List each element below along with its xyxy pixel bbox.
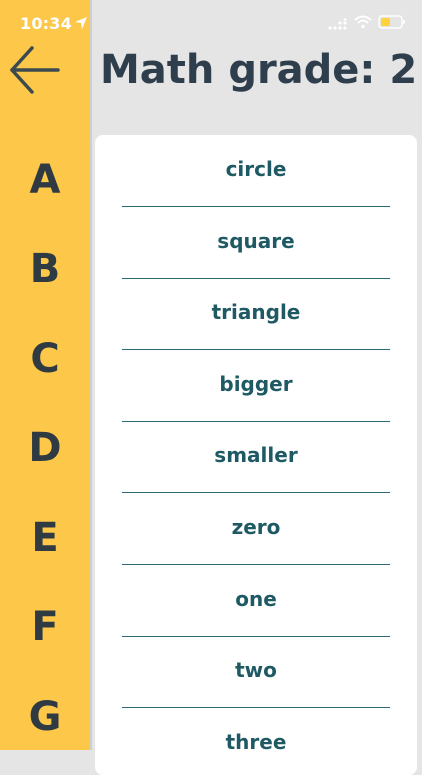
status-time: 10:34 <box>20 14 72 33</box>
word-label: triangle <box>211 300 301 325</box>
word-label: one <box>235 586 277 611</box>
battery-icon <box>378 15 405 29</box>
word-list-item[interactable]: triangle <box>122 278 390 351</box>
word-list-item[interactable]: two <box>122 636 390 709</box>
word-list-item[interactable]: zero <box>122 493 390 565</box>
letter-c[interactable]: C <box>0 319 90 399</box>
word-list-item[interactable]: bigger <box>122 350 390 422</box>
word-list-item[interactable]: smaller <box>122 421 390 494</box>
letter-a[interactable]: A <box>0 140 90 220</box>
word-label: smaller <box>214 443 298 468</box>
word-list-item[interactable]: one <box>122 565 390 637</box>
word-label: three <box>225 729 287 754</box>
word-label: circle <box>225 157 287 181</box>
word-label: square <box>217 228 295 253</box>
word-list-item[interactable]: circle <box>122 135 390 207</box>
back-arrow-icon <box>10 46 60 94</box>
page-title: Math grade: 2 <box>100 47 418 93</box>
status-bar: 10:34 <box>0 0 422 46</box>
letter-d[interactable]: D <box>0 408 90 488</box>
word-list-card: circle square triangle bigger smaller ze… <box>95 135 417 775</box>
word-list-item[interactable]: three <box>122 708 390 775</box>
word-label: zero <box>231 515 281 539</box>
back-button[interactable] <box>8 42 64 98</box>
word-label: bigger <box>219 371 293 396</box>
letter-f[interactable]: F <box>0 587 90 667</box>
sidebar-divider <box>90 0 92 750</box>
letter-b[interactable]: B <box>0 229 90 309</box>
cellular-signal-icon <box>328 18 347 30</box>
letter-g[interactable]: G <box>0 677 90 757</box>
word-label: two <box>235 658 277 683</box>
word-list-item[interactable]: square <box>122 207 390 279</box>
location-arrow-icon <box>75 17 87 29</box>
letter-e[interactable]: E <box>0 498 90 578</box>
wifi-icon <box>354 15 372 29</box>
